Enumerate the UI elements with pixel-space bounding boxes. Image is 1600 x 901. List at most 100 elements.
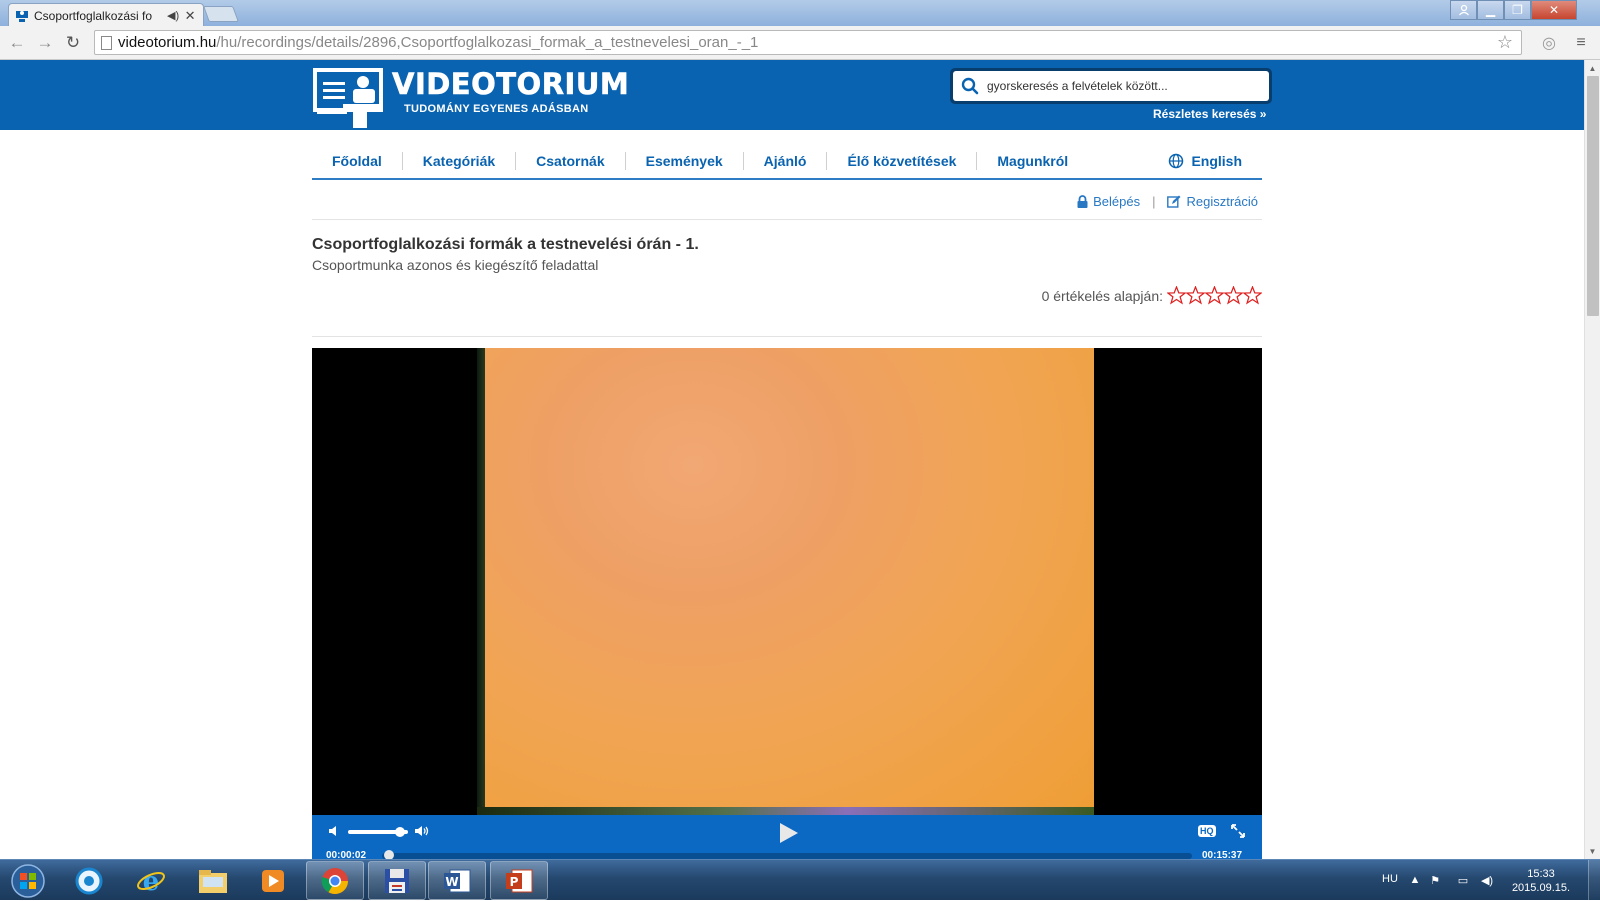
clock-date: 2015.09.15. <box>1511 882 1571 894</box>
nav-item-about[interactable]: Magunkról <box>977 152 1088 170</box>
taskbar-save-app[interactable] <box>368 861 426 900</box>
svg-text:W: W <box>445 875 458 889</box>
reload-icon[interactable]: ↻ <box>62 32 84 54</box>
nav-item-home[interactable]: Főoldal <box>312 152 403 170</box>
minimize-window-icon[interactable]: ▁ <box>1477 0 1504 20</box>
total-time: 00:15:37 <box>1202 850 1243 859</box>
volume-icon[interactable]: ◀) <box>1480 873 1494 887</box>
nav-item-recommended[interactable]: Ajánló <box>744 152 828 170</box>
rating-star-icon[interactable] <box>1167 286 1186 305</box>
recording-title: Csoportfoglalkozási formák a testnevelés… <box>312 236 699 253</box>
auth-separator: | <box>1152 193 1156 209</box>
current-time: 00:00:02 <box>326 850 367 859</box>
browser-tab-active[interactable]: Csoportfoglalkozási fo ◀) ✕ <box>8 3 204 27</box>
site-logo[interactable]: VIDEOTORIUM TUDOMÁNY EGYENES ADÁSBAN <box>313 68 629 130</box>
taskbar-file-explorer[interactable] <box>184 861 242 900</box>
video-player[interactable]: HQ 00:00:02 00:15:37 <box>312 348 1262 859</box>
close-window-icon[interactable]: ✕ <box>1531 0 1577 20</box>
content-divider <box>312 336 1262 337</box>
audio-playing-icon: ◀) <box>167 10 180 22</box>
scroll-down-arrow-icon[interactable]: ▼ <box>1585 843 1600 859</box>
powerpoint-icon: P <box>506 869 533 892</box>
start-button[interactable] <box>4 861 52 901</box>
taskbar-chrome[interactable] <box>306 861 364 900</box>
fullscreen-icon[interactable] <box>1230 823 1246 839</box>
windows-taskbar: e W P HU ▲ ⚑ ▭ ◀) 15:33 2015.09.15. <box>0 859 1600 901</box>
volume-mute-icon[interactable] <box>328 824 342 838</box>
clock-time: 15:33 <box>1527 868 1555 880</box>
folder-icon <box>199 869 227 893</box>
word-icon: W <box>444 869 471 892</box>
skype-icon <box>75 867 103 894</box>
play-icon[interactable] <box>776 821 800 845</box>
taskbar-powerpoint[interactable]: P <box>490 861 548 900</box>
hq-toggle-button[interactable]: HQ <box>1198 825 1216 837</box>
rating-star-icon[interactable] <box>1243 286 1262 305</box>
register-link[interactable]: Regisztráció <box>1167 194 1258 209</box>
extension-icon[interactable]: ◎ <box>1540 34 1558 52</box>
taskbar-internet-explorer[interactable]: e <box>122 861 180 900</box>
advanced-search-link[interactable]: Részletes keresés » <box>1153 107 1266 121</box>
lock-icon <box>1077 194 1088 208</box>
site-header: VIDEOTORIUM TUDOMÁNY EGYENES ADÁSBAN Rés… <box>0 60 1584 130</box>
windows-logo-icon <box>11 864 45 898</box>
bookmark-star-icon[interactable]: ☆ <box>1497 32 1513 53</box>
window-controls: ▁ ❐ ✕ <box>1450 0 1577 20</box>
rating-star-icon[interactable] <box>1186 286 1205 305</box>
show-desktop-button[interactable] <box>1588 860 1600 901</box>
auth-links: Belépés | Regisztráció <box>312 183 1262 220</box>
globe-icon <box>1169 153 1184 169</box>
taskbar-skype[interactable] <box>60 861 118 900</box>
main-navigation: Főoldal Kategóriák Csatornák Események A… <box>312 144 1262 180</box>
tray-language[interactable]: HU <box>1382 873 1398 885</box>
show-hidden-icons-icon[interactable]: ▲ <box>1408 873 1422 887</box>
video-frame[interactable] <box>477 348 1094 815</box>
new-tab-button[interactable] <box>203 6 239 22</box>
back-icon[interactable]: ← <box>6 32 28 54</box>
menu-icon[interactable]: ≡ <box>1572 34 1590 52</box>
scroll-up-arrow-icon[interactable]: ▲ <box>1585 60 1600 76</box>
chrome-icon <box>321 867 349 894</box>
rating-count-label: 0 értékelés alapján: <box>1041 287 1163 304</box>
page-scrollbar[interactable]: ▲ ▼ <box>1584 60 1600 859</box>
volume-slider-handle[interactable] <box>395 827 406 837</box>
recording-subtitle: Csoportmunka azonos és kiegészítő felada… <box>312 257 599 273</box>
internet-explorer-icon: e <box>137 867 165 896</box>
forward-icon[interactable]: → <box>34 32 56 54</box>
svg-text:P: P <box>510 875 519 889</box>
page-icon <box>101 35 112 50</box>
language-switch[interactable]: English <box>1168 153 1262 169</box>
search-input[interactable] <box>987 79 1257 93</box>
login-link[interactable]: Belépés <box>1077 194 1140 209</box>
action-center-flag-icon[interactable]: ⚑ <box>1428 873 1442 887</box>
volume-high-icon[interactable] <box>414 824 430 838</box>
progress-handle[interactable] <box>383 850 394 859</box>
tray-clock[interactable]: 15:33 2015.09.15. <box>1510 867 1572 895</box>
taskbar-word[interactable]: W <box>428 861 486 900</box>
nav-item-events[interactable]: Események <box>626 152 744 170</box>
network-icon[interactable]: ▭ <box>1456 873 1470 887</box>
scrollbar-thumb[interactable] <box>1587 76 1599 316</box>
edit-icon <box>1167 195 1181 208</box>
rating-star-icon[interactable] <box>1205 286 1224 305</box>
player-controls: HQ 00:00:02 00:15:37 <box>312 815 1262 859</box>
logo-slogan: TUDOMÁNY EGYENES ADÁSBAN <box>404 103 589 115</box>
address-url: videotorium.hu/hu/recordings/details/289… <box>118 34 759 51</box>
videotorium-favicon-icon <box>15 9 29 23</box>
browser-toolbar: ← → ↻ videotorium.hu/hu/recordings/detai… <box>0 26 1600 60</box>
search-icon[interactable] <box>961 77 979 95</box>
taskbar-media-player[interactable] <box>244 861 302 900</box>
tab-title: Csoportfoglalkozási fo <box>34 8 153 23</box>
browser-tab-strip: Csoportfoglalkozási fo ◀) ✕ ▁ ❐ ✕ <box>0 0 1600 27</box>
quick-search <box>950 68 1272 104</box>
user-profile-icon[interactable] <box>1450 0 1477 20</box>
maximize-window-icon[interactable]: ❐ <box>1504 0 1531 20</box>
nav-item-channels[interactable]: Csatornák <box>516 152 626 170</box>
nav-item-categories[interactable]: Kategóriák <box>403 152 517 170</box>
rating-star-icon[interactable] <box>1224 286 1243 305</box>
tab-close-icon[interactable]: ✕ <box>184 8 196 24</box>
rating-stars[interactable] <box>1167 286 1262 305</box>
address-bar[interactable]: videotorium.hu/hu/recordings/details/289… <box>94 30 1522 55</box>
nav-item-live[interactable]: Élő közvetítések <box>827 152 978 170</box>
floppy-disk-icon <box>385 868 409 893</box>
